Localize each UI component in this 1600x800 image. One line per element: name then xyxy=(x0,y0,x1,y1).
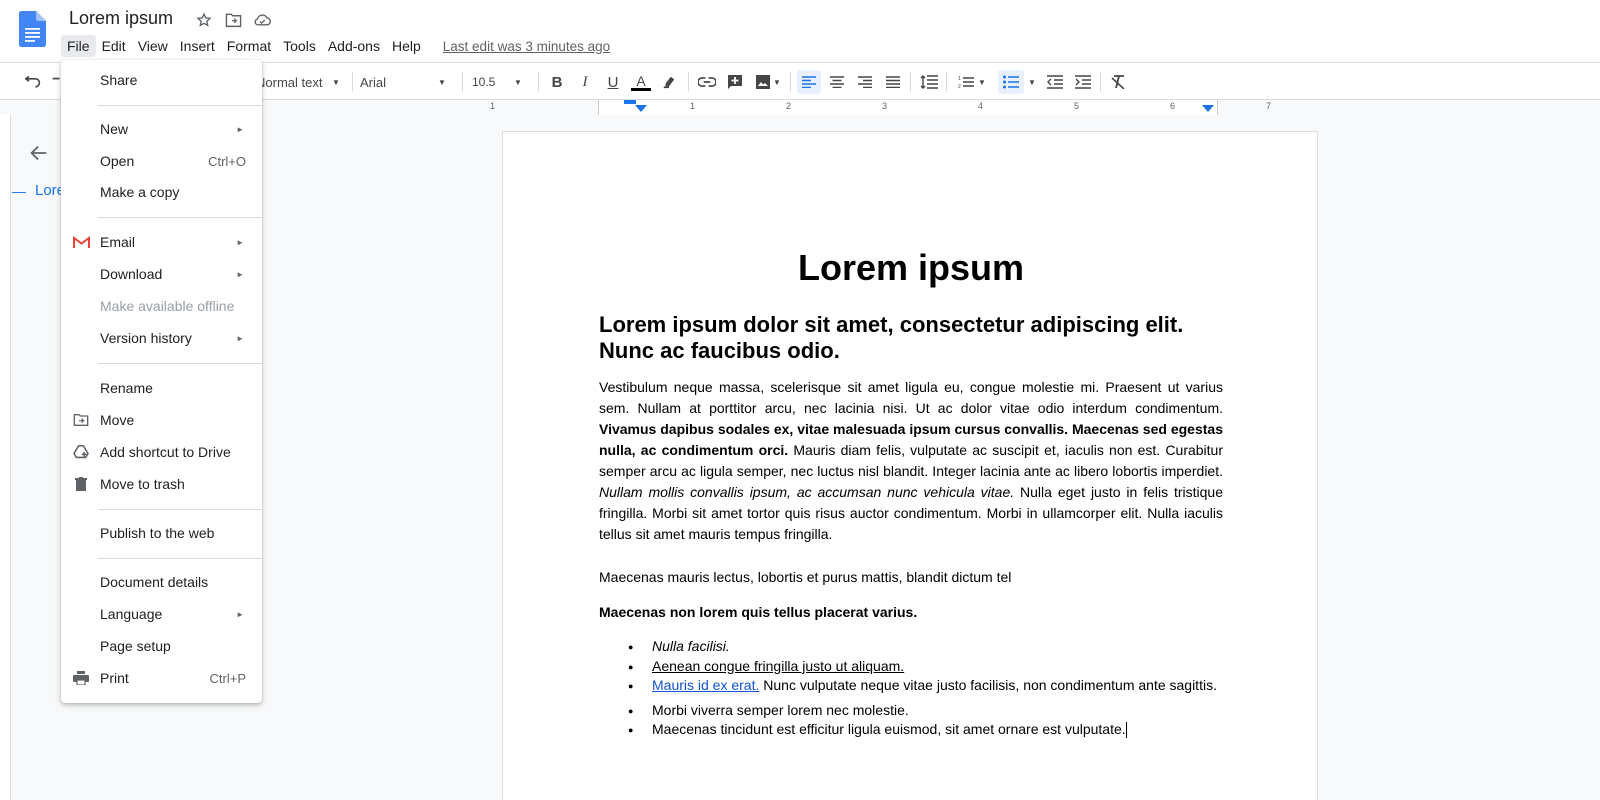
menu-file[interactable]: File xyxy=(61,35,96,57)
font-select-value: Arial xyxy=(360,74,387,90)
list-item: Nulla facilisi. xyxy=(628,637,1228,657)
line-spacing-icon[interactable] xyxy=(918,70,940,94)
menu-item-email[interactable]: Email ► xyxy=(61,227,262,257)
decrease-indent-icon[interactable] xyxy=(1044,70,1066,94)
add-comment-icon[interactable] xyxy=(724,70,746,94)
submenu-arrow-icon: ► xyxy=(236,609,244,619)
menu-item-document-details[interactable]: Document details xyxy=(61,567,262,597)
menu-view[interactable]: View xyxy=(132,35,174,57)
trash-icon xyxy=(72,475,90,493)
caret-down-icon: ▼ xyxy=(438,77,446,87)
font-size-value: 10.5 xyxy=(472,75,496,89)
menu-help[interactable]: Help xyxy=(386,35,427,57)
menu-item-language[interactable]: Language ► xyxy=(61,599,262,629)
submenu-arrow-icon: ► xyxy=(236,269,244,279)
menu-format[interactable]: Format xyxy=(221,35,277,57)
menu-item-make-copy[interactable]: Make a copy xyxy=(61,177,262,207)
list-item: Mauris id ex erat. Nunc vulputate neque … xyxy=(628,676,1228,696)
gmail-icon xyxy=(72,233,90,251)
menu-add-ons[interactable]: Add-ons xyxy=(322,35,386,57)
printer-icon xyxy=(72,669,90,687)
list-item: Morbi viverra semper lorem nec molestie. xyxy=(628,701,1228,720)
bold-icon[interactable]: B xyxy=(546,70,568,94)
justify-icon[interactable] xyxy=(882,70,904,94)
list-item: Maecenas tincidunt est efficitur ligula … xyxy=(628,720,1228,740)
style-select[interactable]: Normal text ▼ xyxy=(256,70,346,94)
doc-title: Lorem ipsum xyxy=(797,247,1025,288)
menu-item-add-shortcut[interactable]: Add shortcut to Drive xyxy=(61,437,262,467)
italic-icon[interactable]: I xyxy=(574,70,596,94)
menu-item-page-setup[interactable]: Page setup xyxy=(61,631,262,661)
header: Lorem ipsum File Edit View Insert Format… xyxy=(0,0,1600,62)
first-line-indent-marker-icon[interactable] xyxy=(635,105,647,112)
document-page[interactable]: Lorem ipsum Lorem ipsum dolor sit amet, … xyxy=(502,131,1318,800)
bulleted-list: Nulla facilisi. Aenean congue fringilla … xyxy=(628,637,1228,740)
submenu-arrow-icon: ► xyxy=(236,124,244,134)
menu-item-make-available-offline: Make available offline xyxy=(100,298,235,314)
drive-shortcut-icon xyxy=(72,443,90,461)
style-select-value: Normal text xyxy=(256,74,323,90)
svg-text:2: 2 xyxy=(958,84,961,89)
menu-tools[interactable]: Tools xyxy=(277,35,322,57)
underline-icon[interactable]: U xyxy=(602,70,624,94)
left-indent-marker-icon[interactable] xyxy=(624,100,636,104)
increase-indent-icon[interactable] xyxy=(1072,70,1094,94)
doc-paragraph-2: Maecenas mauris lectus, lobortis et puru… xyxy=(599,569,1012,585)
right-indent-marker-icon[interactable] xyxy=(1202,105,1214,112)
file-menu: Share New ► Open Ctrl+O Make a copy Email ►… xyxy=(61,60,262,703)
horizontal-ruler[interactable]: 1 1 2 3 4 5 6 7 xyxy=(490,100,1320,115)
insert-image-icon[interactable]: ▼ xyxy=(752,70,784,94)
menu-item-open[interactable]: Open Ctrl+O xyxy=(61,146,262,176)
move-folder-icon[interactable] xyxy=(223,10,243,30)
text-color-icon[interactable]: A xyxy=(630,70,652,94)
submenu-arrow-icon: ► xyxy=(236,333,244,343)
star-icon[interactable] xyxy=(194,10,214,30)
caret-down-icon: ▼ xyxy=(332,77,340,87)
google-docs-logo-icon[interactable] xyxy=(19,11,46,47)
clear-formatting-icon[interactable] xyxy=(1108,70,1130,94)
menu-item-version-history[interactable]: Version history ► xyxy=(61,323,262,353)
menu-edit[interactable]: Edit xyxy=(96,35,132,57)
doc-link[interactable]: Mauris id ex erat. xyxy=(652,677,759,693)
align-left-icon[interactable] xyxy=(797,70,821,94)
bulleted-list-icon[interactable] xyxy=(998,70,1024,94)
menu-insert[interactable]: Insert xyxy=(174,35,221,57)
submenu-arrow-icon: ► xyxy=(236,237,244,247)
highlight-icon[interactable] xyxy=(658,70,680,94)
vertical-ruler[interactable] xyxy=(0,115,11,800)
menu-bar: File Edit View Insert Format Tools Add-o… xyxy=(61,34,610,58)
font-select[interactable]: Arial ▼ xyxy=(360,70,454,94)
doc-paragraph-3: Maecenas non lorem quis tellus placerat … xyxy=(599,604,918,620)
caret-down-icon[interactable]: ▼ xyxy=(1026,70,1038,94)
menu-item-publish[interactable]: Publish to the web xyxy=(61,518,262,548)
doc-heading: Lorem ipsum dolor sit amet, consectetur … xyxy=(599,312,1184,363)
move-folder-icon xyxy=(72,411,90,429)
last-edit-link[interactable]: Last edit was 3 minutes ago xyxy=(443,39,610,54)
cloud-status-icon[interactable] xyxy=(252,10,272,30)
list-item: Aenean congue fringilla justo ut aliquam… xyxy=(628,657,1228,676)
align-right-icon[interactable] xyxy=(854,70,876,94)
numbered-list-icon[interactable]: 12 ▼ xyxy=(954,70,990,94)
svg-text:1: 1 xyxy=(958,76,961,82)
text-cursor xyxy=(1125,722,1127,739)
back-arrow-icon[interactable] xyxy=(28,142,50,164)
undo-icon[interactable] xyxy=(22,70,44,94)
menu-item-new[interactable]: New ► xyxy=(61,114,262,144)
caret-down-icon: ▼ xyxy=(514,77,522,87)
menu-item-print[interactable]: Print Ctrl+P xyxy=(61,663,262,693)
font-size-select[interactable]: 10.5 ▼ xyxy=(472,70,532,94)
outline-dash: — xyxy=(12,183,26,199)
align-center-icon[interactable] xyxy=(826,70,848,94)
menu-item-move-to-trash[interactable]: Move to trash xyxy=(61,469,262,499)
menu-item-rename[interactable]: Rename xyxy=(61,373,262,403)
menu-item-share[interactable]: Share xyxy=(61,65,262,95)
menu-item-download[interactable]: Download ► xyxy=(61,259,262,289)
link-icon[interactable] xyxy=(696,70,718,94)
document-title[interactable]: Lorem ipsum xyxy=(69,8,173,29)
menu-item-move[interactable]: Move xyxy=(61,405,262,435)
doc-paragraph-1: Vestibulum neque massa, scelerisque sit … xyxy=(599,379,1223,542)
